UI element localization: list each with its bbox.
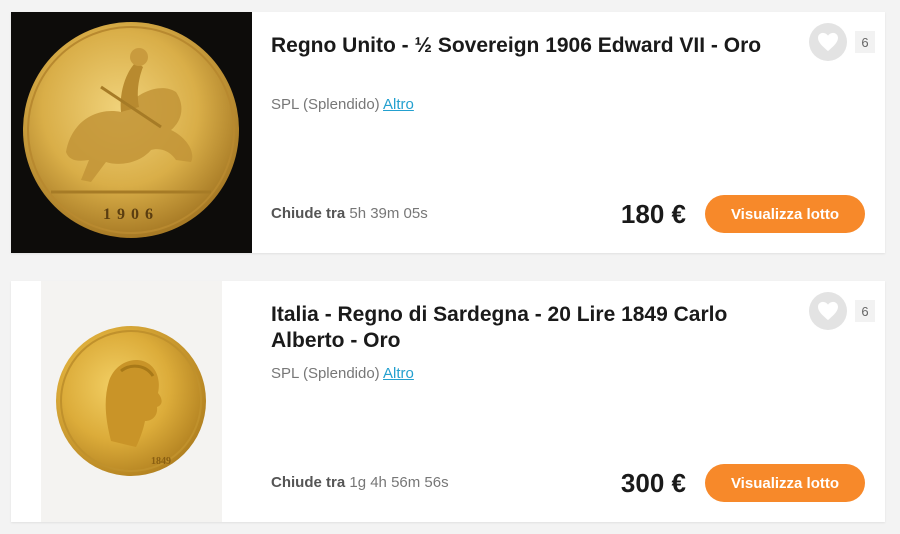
grade-more-link[interactable]: Altro (383, 96, 414, 113)
lot-title[interactable]: Italia - Regno di Sardegna - 20 Lire 184… (271, 302, 771, 354)
closing-label: Chiude tra (271, 205, 346, 222)
gold-20-lire-coin-image: 1849 (11, 281, 252, 522)
closing-label: Chiude tra (271, 474, 346, 491)
favorite-count: 6 (855, 300, 875, 322)
coin-date-text: 1849 (151, 456, 171, 467)
view-lot-button[interactable]: Visualizza lotto (705, 195, 865, 233)
lot-grade: SPL (Splendido) Altro (271, 365, 414, 382)
gold-sovereign-coin-image: 1906 (11, 12, 252, 253)
closing-time: Chiude tra 1g 4h 56m 56s (271, 474, 449, 491)
closing-countdown: 5h 39m 05s (349, 205, 428, 222)
coin-image[interactable]: 1906 (11, 12, 252, 253)
closing-time: Chiude tra 5h 39m 05s (271, 205, 428, 222)
view-lot-button[interactable]: Visualizza lotto (705, 464, 865, 502)
favorite-button[interactable] (809, 23, 847, 61)
lot-price: 300 € (620, 468, 686, 498)
lot-card[interactable]: 1906 Regno Unito - ½ Sovereign 1906 Edwa… (11, 12, 885, 253)
lot-price: 180 € (620, 199, 686, 229)
heart-icon (818, 32, 838, 52)
grade-more-link[interactable]: Altro (383, 365, 414, 382)
closing-countdown: 1g 4h 56m 56s (349, 474, 449, 491)
lot-grade: SPL (Splendido) Altro (271, 96, 414, 113)
favorite-count: 6 (855, 31, 875, 53)
favorite-button[interactable] (809, 292, 847, 330)
lot-card[interactable]: 1849 Italia - Regno di Sardegna - 20 Lir… (11, 281, 885, 522)
grade-text: SPL (Splendido) (271, 96, 380, 113)
coin-date-text: 1906 (103, 206, 159, 223)
lot-title[interactable]: Regno Unito - ½ Sovereign 1906 Edward VI… (271, 33, 771, 59)
heart-icon (818, 301, 838, 321)
grade-text: SPL (Splendido) (271, 365, 380, 382)
coin-image[interactable]: 1849 (11, 281, 252, 522)
